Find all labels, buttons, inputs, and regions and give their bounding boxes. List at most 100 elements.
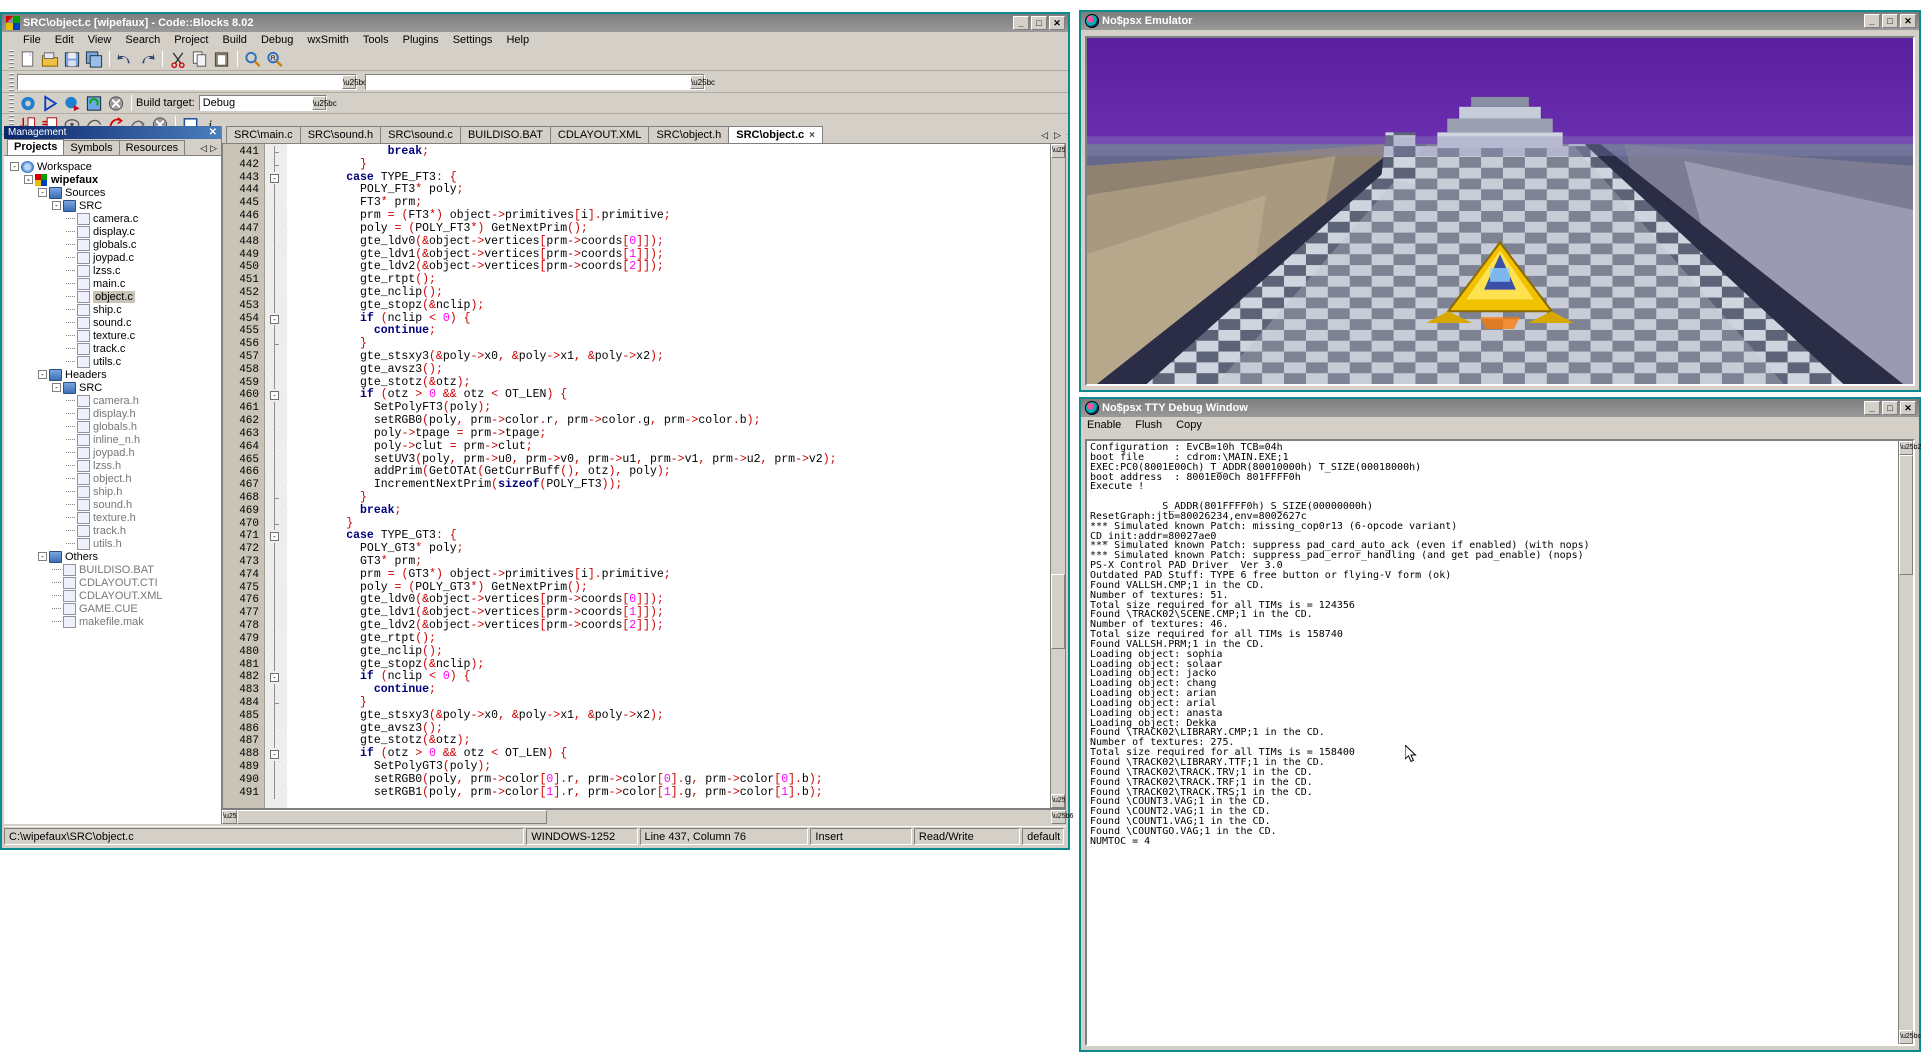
source-code-text[interactable]: break; } case TYPE_FT3: { POLY_FT3* poly… [287,144,1050,808]
tty-menu-item-flush[interactable]: Flush [1135,419,1162,431]
tree-item[interactable]: display.c [10,225,221,238]
fold-marker[interactable] [265,582,287,595]
editor-tab[interactable]: SRC\object.c× [728,126,823,143]
menu-item-tools[interactable]: Tools [356,33,396,47]
paste-icon[interactable] [212,50,232,69]
tree-item[interactable]: joypad.c [10,251,221,264]
emulator-maximize-button[interactable]: □ [1882,14,1898,28]
fold-marker[interactable] [265,761,287,774]
chevron-down-icon-3[interactable]: \u25bc [312,96,326,110]
fold-marker[interactable] [265,710,287,723]
fold-marker[interactable]: - [265,172,287,185]
search-input[interactable]: \u25bc [17,74,357,90]
emulator-game-viewport[interactable] [1085,36,1915,386]
editor-horizontal-scrollbar[interactable]: \u25c0 \u25b6 [222,809,1066,824]
minimize-button[interactable]: _ [1013,16,1029,30]
tty-menu-item-enable[interactable]: Enable [1087,419,1121,431]
save-all-icon[interactable] [84,50,104,69]
menu-item-settings[interactable]: Settings [446,33,500,47]
tree-item[interactable]: CDLAYOUT.XML [10,589,221,602]
tree-item[interactable]: track.c [10,342,221,355]
tree-item[interactable]: lzss.h [10,459,221,472]
tty-log-container[interactable]: Configuration : EvCB=10h TCB=04h boot fi… [1085,439,1915,1046]
tree-expander-icon[interactable]: - [38,370,47,379]
editor-tab-close-icon[interactable]: × [809,130,815,141]
tree-item[interactable]: -Workspace [10,160,221,173]
tree-expander-icon[interactable]: - [52,383,61,392]
fold-marker[interactable] [265,774,287,787]
fold-marker[interactable] [265,441,287,454]
save-icon[interactable] [62,50,82,69]
emulator-minimize-button[interactable]: _ [1864,14,1880,28]
fold-marker[interactable] [265,569,287,582]
editor-tab[interactable]: SRC\sound.c [380,126,461,143]
open-file-icon[interactable] [40,50,60,69]
fold-marker[interactable]: - [265,389,287,402]
tree-item[interactable]: utils.h [10,537,221,550]
tree-expander-icon[interactable]: - [10,162,19,171]
management-tab-symbols[interactable]: Symbols [63,140,119,155]
fold-marker[interactable] [265,479,287,492]
redo-icon[interactable] [137,50,157,69]
fold-marker[interactable] [265,646,287,659]
build-and-run-icon[interactable] [62,94,82,113]
chevron-down-icon[interactable]: \u25bc [342,75,356,89]
undo-icon[interactable] [115,50,135,69]
tty-menu-item-copy[interactable]: Copy [1176,419,1202,431]
code-line[interactable]: prm = (GT3*) object->primitives[i].primi… [287,569,1050,582]
tree-expander-icon[interactable]: - [38,552,47,561]
tree-item[interactable]: BUILDISO.BAT [10,563,221,576]
scroll-down-arrow[interactable]: \u25bc [1051,794,1065,808]
fold-marker[interactable] [265,325,287,338]
tree-item[interactable]: camera.h [10,394,221,407]
fold-marker[interactable] [265,300,287,313]
project-tree[interactable]: -Workspace-wipefaux-Sources-SRCcamera.cd… [4,156,221,824]
editor-tab-nav-right[interactable]: ▷ [1054,130,1061,141]
management-tab-projects[interactable]: Projects [7,139,64,155]
menu-item-search[interactable]: Search [118,33,167,47]
management-tab-resources[interactable]: Resources [119,140,186,155]
tree-item[interactable]: track.h [10,524,221,537]
tree-item[interactable]: main.c [10,277,221,290]
tree-expander-icon[interactable]: - [38,188,47,197]
fold-marker[interactable] [265,518,287,531]
cut-icon[interactable] [168,50,188,69]
menu-item-file[interactable]: File [16,33,48,47]
menu-item-wxsmith[interactable]: wxSmith [300,33,356,47]
menu-item-help[interactable]: Help [499,33,536,47]
tree-nav-left[interactable]: ◁ [200,143,207,154]
fold-marker[interactable] [265,197,287,210]
fold-marker[interactable] [265,146,287,159]
tree-item[interactable]: texture.h [10,511,221,524]
management-close-icon[interactable]: ✕ [209,127,217,138]
tree-item[interactable]: globals.c [10,238,221,251]
tree-item[interactable]: texture.c [10,329,221,342]
editor-tab-nav-left[interactable]: ◁ [1041,130,1048,141]
copy-icon[interactable] [190,50,210,69]
chevron-down-icon-2[interactable]: \u25bc [690,75,704,89]
tree-item[interactable]: joypad.h [10,446,221,459]
fold-marker[interactable] [265,735,287,748]
replace-icon[interactable]: R [265,50,285,69]
tty-scroll-up-arrow[interactable]: \u25b2 [1899,441,1913,455]
vertical-scroll-thumb[interactable] [1051,574,1065,649]
editor-tab[interactable]: CDLAYOUT.XML [550,126,650,143]
code-line[interactable]: prm = (FT3*) object->primitives[i].primi… [287,210,1050,223]
fold-marker[interactable] [265,620,287,633]
fold-marker[interactable]: - [265,313,287,326]
fold-marker[interactable] [265,659,287,672]
tree-item[interactable]: -Sources [10,186,221,199]
tree-nav-right[interactable]: ▷ [210,143,217,154]
toolbar-grip[interactable] [9,50,14,68]
fold-marker[interactable] [265,351,287,364]
tree-item[interactable]: lzss.c [10,264,221,277]
goto-input[interactable]: \u25bc [365,74,705,90]
fold-marker[interactable] [265,466,287,479]
fold-marker[interactable] [265,428,287,441]
code-line[interactable]: break; [287,505,1050,518]
editor-vertical-scrollbar[interactable]: \u25b2 \u25bc [1050,144,1065,808]
toolbar-grip-3[interactable] [9,94,14,112]
code-line[interactable]: } [287,492,1050,505]
fold-marker[interactable] [265,633,287,646]
toolbar-grip-2[interactable] [9,73,14,91]
